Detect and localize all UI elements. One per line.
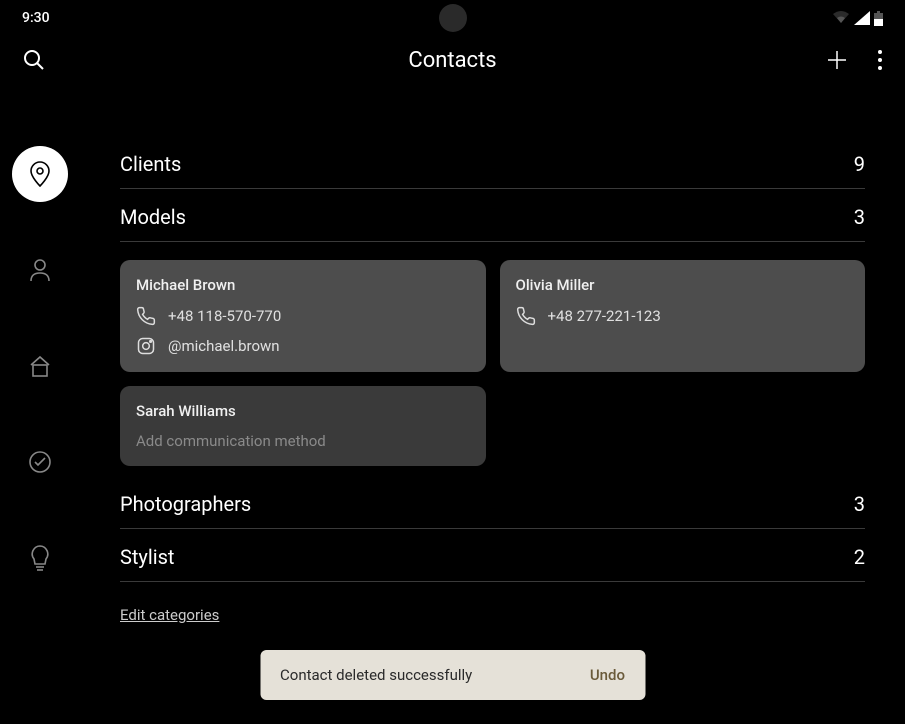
contact-name: Olivia Miller	[516, 276, 850, 294]
category-count: 3	[854, 205, 865, 229]
more-vert-icon	[877, 49, 883, 71]
wifi-icon	[832, 11, 850, 25]
edit-categories-link[interactable]: Edit categories	[120, 606, 219, 624]
category-label: Stylist	[120, 545, 174, 569]
sidebar-nav-tasks[interactable]	[12, 434, 68, 490]
category-clients[interactable]: Clients 9	[120, 136, 865, 189]
toast: Contact deleted successfully Undo	[260, 650, 645, 700]
phone-icon	[136, 306, 156, 326]
contact-card[interactable]: Michael Brown +48 118-570-770 @michael.b…	[120, 260, 486, 372]
contact-phone-row: +48 277-221-123	[516, 306, 850, 326]
battery-icon	[874, 11, 883, 26]
sidebar-nav-home[interactable]	[12, 338, 68, 394]
add-button[interactable]	[825, 48, 849, 72]
sidebar-nav-location[interactable]	[12, 146, 68, 202]
contact-card[interactable]: Olivia Miller +48 277-221-123	[500, 260, 866, 372]
status-time: 9:30	[22, 10, 50, 26]
contact-phone: +48 277-221-123	[548, 307, 661, 325]
status-icons	[832, 11, 883, 26]
check-circle-icon	[28, 450, 52, 474]
category-label: Photographers	[120, 492, 251, 516]
home-icon	[28, 354, 52, 378]
contact-name: Sarah Williams	[136, 402, 470, 420]
contact-phone-row: +48 118-570-770	[136, 306, 470, 326]
phone-icon	[516, 306, 536, 326]
sidebar-nav-contacts[interactable]	[12, 242, 68, 298]
search-icon	[22, 48, 46, 72]
location-pin-icon	[29, 161, 51, 187]
app-bar: Contacts	[0, 30, 905, 96]
sidebar	[0, 96, 80, 700]
category-label: Clients	[120, 152, 181, 176]
toast-undo-button[interactable]: Undo	[590, 666, 625, 684]
person-icon	[29, 258, 51, 282]
category-count: 3	[854, 492, 865, 516]
more-button[interactable]	[877, 49, 883, 71]
sidebar-nav-ideas[interactable]	[12, 530, 68, 586]
search-button[interactable]	[22, 48, 46, 72]
instagram-icon	[136, 336, 156, 356]
category-stylist[interactable]: Stylist 2	[120, 529, 865, 582]
plus-icon	[825, 48, 849, 72]
category-models[interactable]: Models 3	[120, 189, 865, 242]
contact-instagram: @michael.brown	[168, 337, 280, 355]
category-count: 2	[854, 545, 865, 569]
contact-placeholder: Add communication method	[136, 432, 470, 450]
cell-icon	[854, 11, 870, 25]
category-count: 9	[854, 152, 865, 176]
toast-message: Contact deleted successfully	[280, 666, 472, 684]
camera-cutout	[439, 4, 467, 32]
contact-instagram-row: @michael.brown	[136, 336, 470, 356]
contact-card[interactable]: Sarah Williams Add communication method	[120, 386, 486, 466]
contact-name: Michael Brown	[136, 276, 470, 294]
category-photographers[interactable]: Photographers 3	[120, 476, 865, 529]
status-bar: 9:30	[0, 0, 905, 30]
lightbulb-icon	[30, 545, 50, 571]
app-title: Contacts	[408, 48, 496, 73]
models-cards: Michael Brown +48 118-570-770 @michael.b…	[120, 242, 865, 476]
category-label: Models	[120, 205, 186, 229]
content: Clients 9 Models 3 Michael Brown +48 118…	[0, 96, 905, 700]
contact-phone: +48 118-570-770	[168, 307, 281, 325]
main-area: Clients 9 Models 3 Michael Brown +48 118…	[80, 96, 905, 700]
